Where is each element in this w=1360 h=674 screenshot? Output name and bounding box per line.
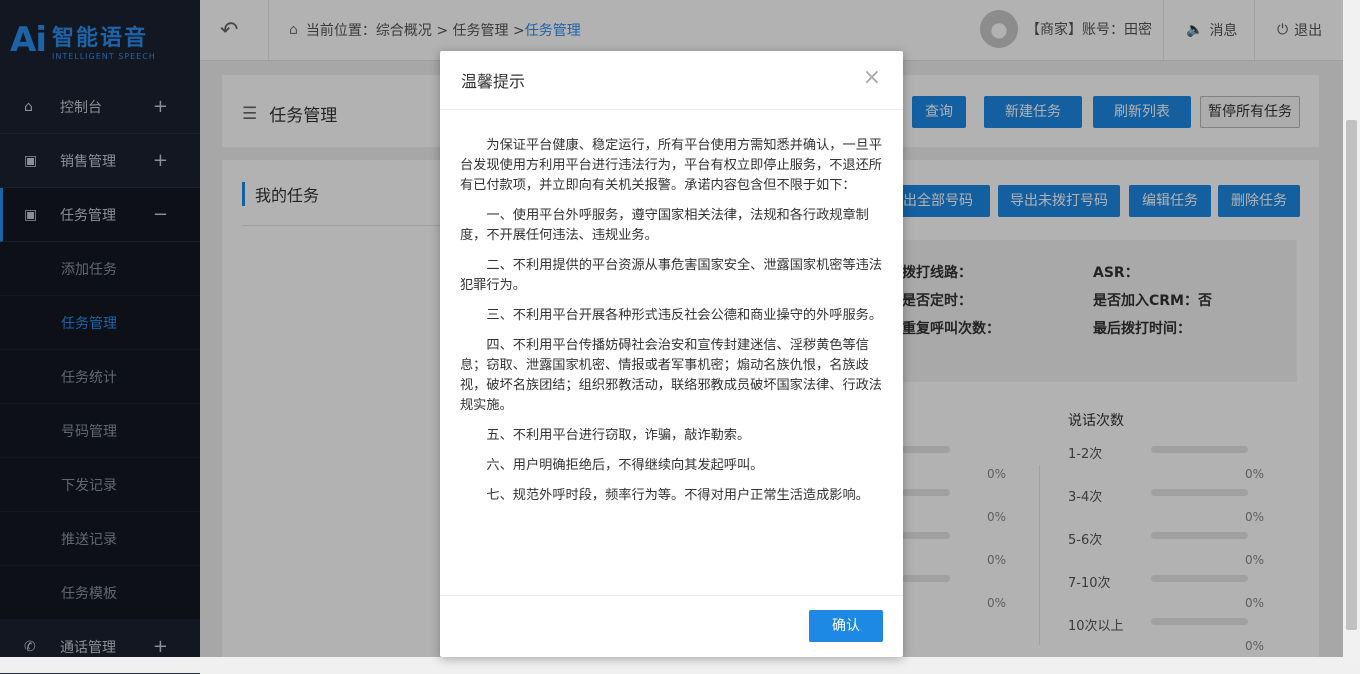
close-icon[interactable]: × <box>863 65 881 90</box>
dialog-paragraph: 四、不利用平台传播妨碍社会治安和宣传封建迷信、淫秽黄色等信息；窃取、泄露国家机密… <box>460 338 882 413</box>
dialog-paragraph: 六、用户明确拒绝后，不得继续向其发起呼叫。 <box>486 458 764 473</box>
dialog-paragraph: 三、不利用平台开展各种形式违反社会公德和商业操守的外呼服务。 <box>486 308 883 323</box>
dialog-paragraph: 二、不利用提供的平台资源从事危害国家安全、泄露国家机密等违法犯罪行为。 <box>460 258 883 293</box>
dialog-footer: 确认 <box>440 595 903 658</box>
dialog-paragraph: 七、规范外呼时段，频率行为等。不得对用户正常生活造成影响。 <box>486 488 869 503</box>
notice-dialog: 温馨提示 × 为保证平台健康、稳定运行，所有平台使用方需知悉并确认，一旦平台发现… <box>440 51 903 657</box>
scrollbar-thumb[interactable] <box>1346 120 1357 630</box>
dialog-title: 温馨提示 <box>461 72 526 91</box>
dialog-paragraph: 五、不利用平台进行窃取，诈骗，敲诈勒索。 <box>486 428 751 443</box>
dialog-paragraph: 一、使用平台外呼服务，遵守国家相关法律，法规和各行政规章制度，不开展任何违法、违… <box>460 208 869 243</box>
confirm-button[interactable]: 确认 <box>809 610 883 642</box>
dialog-body: 为保证平台健康、稳定运行，所有平台使用方需知悉并确认，一旦平台发现使用方利用平台… <box>440 110 903 506</box>
dialog-header: 温馨提示 × <box>440 51 903 110</box>
page-scrollbar[interactable] <box>1343 0 1360 657</box>
dialog-paragraph: 为保证平台健康、稳定运行，所有平台使用方需知悉并确认，一旦平台发现使用方利用平台… <box>460 138 883 193</box>
